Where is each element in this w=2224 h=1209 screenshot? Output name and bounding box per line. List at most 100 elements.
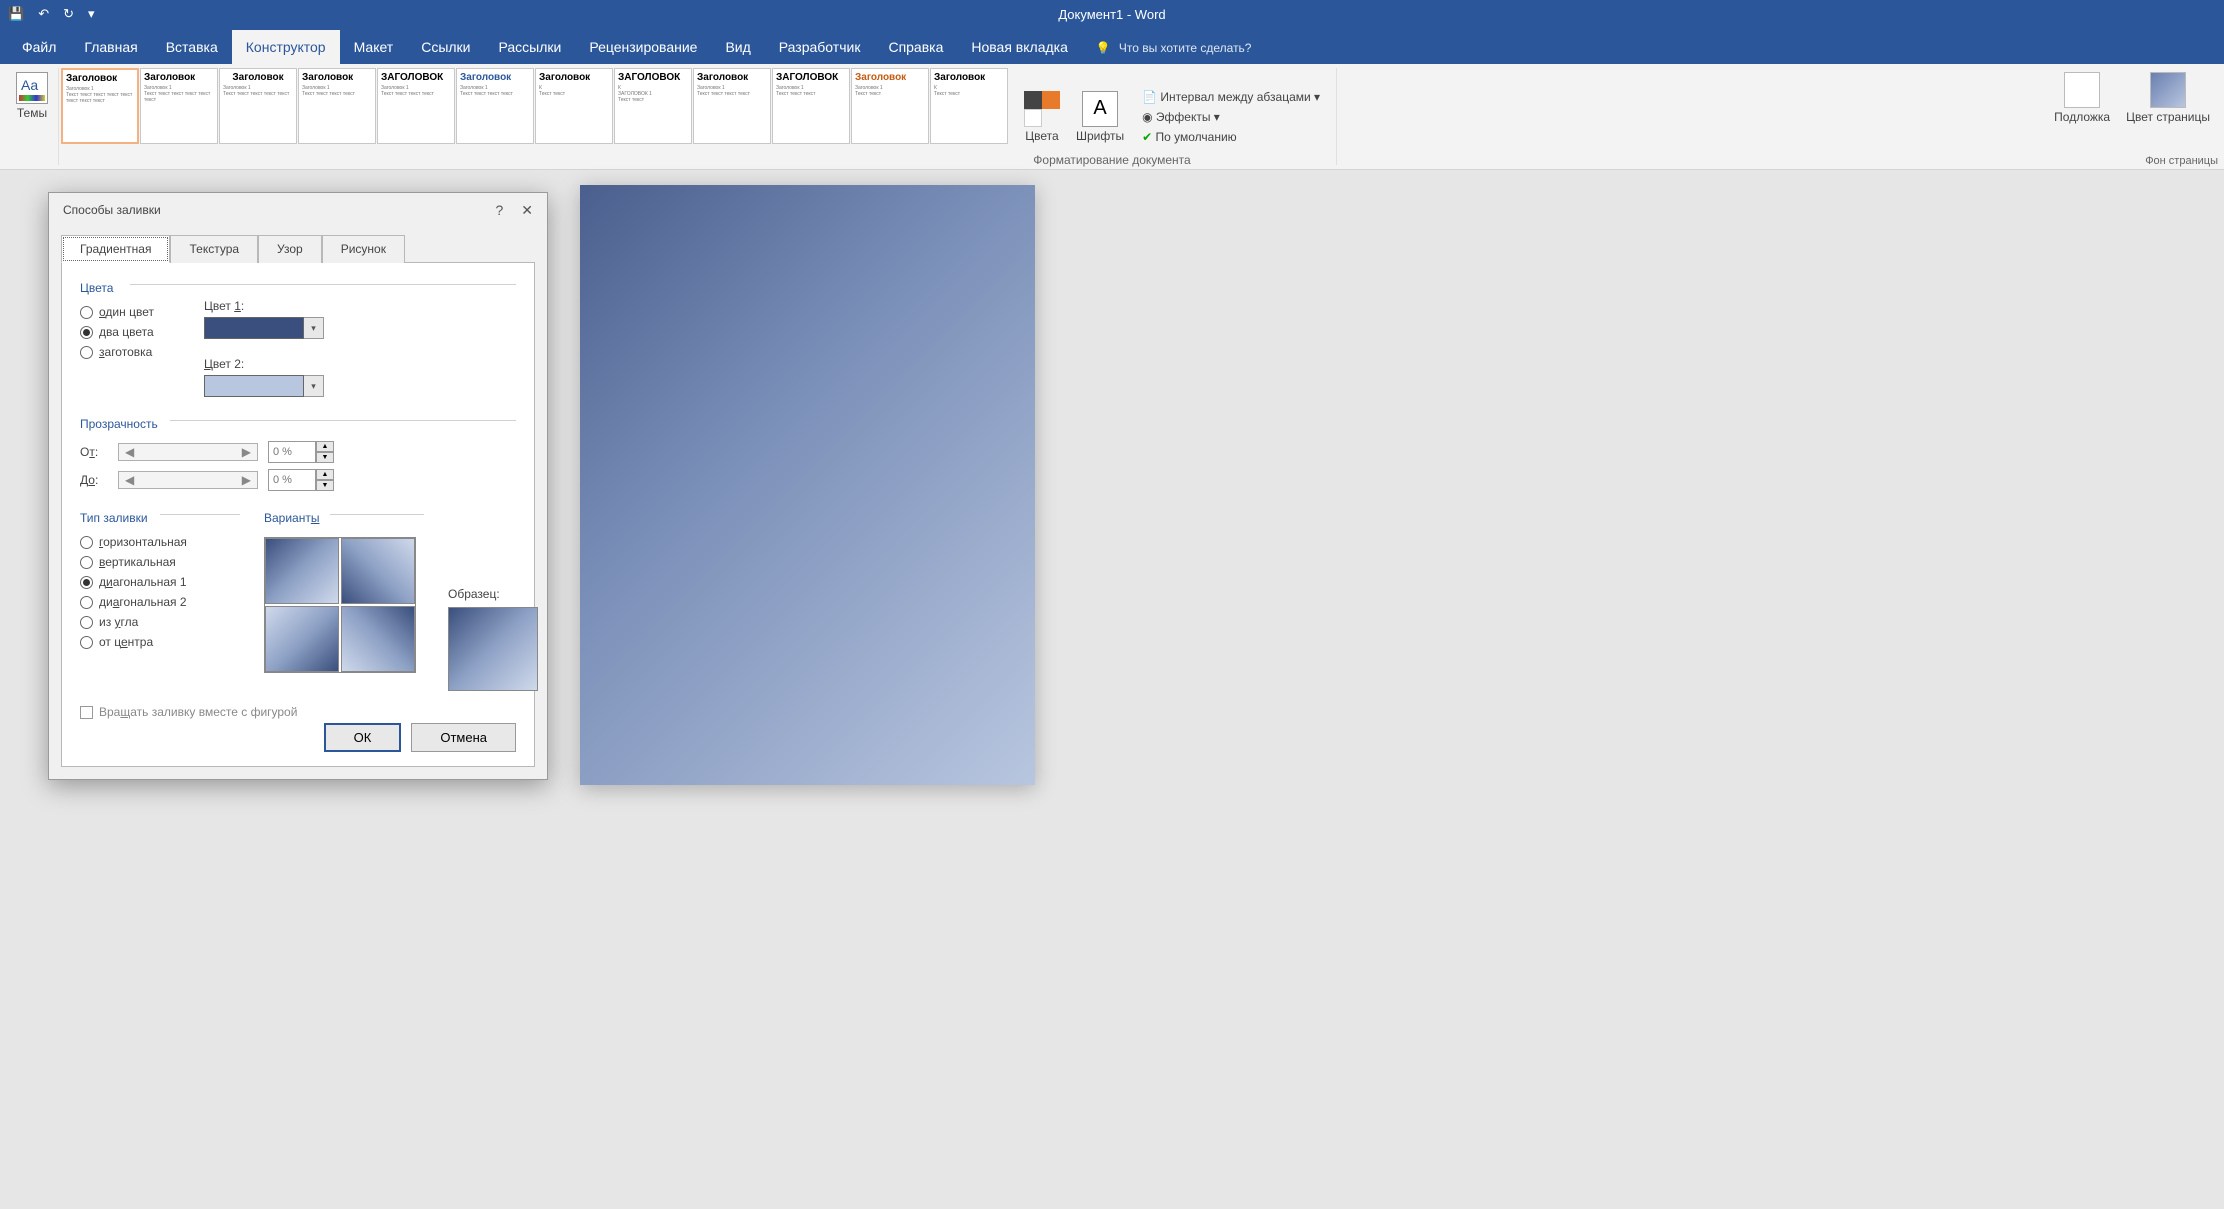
dialog-body: Цвета оодин цветдин цвет два цвета загот… (61, 262, 535, 767)
redo-button[interactable]: ↻ (63, 6, 74, 22)
tab-mailings[interactable]: Рассылки (485, 30, 576, 64)
paragraph-spacing-button[interactable]: 📄 Интервал между абзацами ▾ (1140, 88, 1322, 106)
style-item-2[interactable]: ЗаголовокЗаголовок 1Текст текст текст те… (140, 68, 218, 144)
tell-me-placeholder: Что вы хотите сделать? (1119, 41, 1252, 55)
sample-section: Образец: (448, 507, 538, 691)
to-up[interactable]: ▲ (316, 469, 334, 480)
radio-preset[interactable]: заготовка (80, 345, 154, 359)
page-color-button[interactable]: Цвет страницы (2118, 68, 2218, 165)
tab-pattern[interactable]: Узор (258, 235, 322, 263)
color1-picker[interactable]: ▾ (204, 317, 324, 339)
document-page[interactable] (580, 185, 1035, 785)
ok-button[interactable]: ОК (324, 723, 402, 752)
from-input[interactable] (268, 441, 316, 463)
color2-swatch (204, 375, 304, 397)
to-down[interactable]: ▼ (316, 480, 334, 491)
dialog-titlebar: Способы заливки ? ✕ (49, 193, 547, 227)
style-item-5[interactable]: ЗАГОЛОВОКЗаголовок 1Текст текст текст те… (377, 68, 455, 144)
tab-developer[interactable]: Разработчик (765, 30, 875, 64)
radio-diagonal2[interactable]: диагональная 2 (80, 595, 240, 609)
style-item-4[interactable]: ЗаголовокЗаголовок 1Текст текст текст те… (298, 68, 376, 144)
fill-effects-dialog: Способы заливки ? ✕ Градиентная Текстура… (48, 192, 548, 780)
tab-file[interactable]: Файл (8, 30, 70, 64)
variant-3[interactable] (265, 606, 339, 672)
fill-type-fieldset: Тип заливки горизонтальная вертикальная … (80, 507, 240, 675)
radio-horizontal[interactable]: горизонтальная (80, 535, 240, 549)
from-spinner[interactable]: ▲▼ (268, 441, 334, 463)
color2-picker[interactable]: ▾ (204, 375, 324, 397)
tell-me-search[interactable]: 💡 Что вы хотите сделать? (1082, 32, 1266, 64)
variant-2[interactable] (341, 538, 415, 604)
qat-more-button[interactable]: ▾ (88, 6, 95, 22)
sample-label: Образец: (448, 587, 538, 601)
style-item-9[interactable]: ЗаголовокЗаголовок 1Текст текст текст те… (693, 68, 771, 144)
tab-texture[interactable]: Текстура (170, 235, 258, 263)
radio-two-colors[interactable]: два цвета (80, 325, 154, 339)
undo-button[interactable]: ↶ (38, 6, 49, 22)
color-mode-radios: оодин цветдин цвет два цвета заготовка (80, 299, 154, 397)
style-item-11[interactable]: ЗаголовокЗаголовок 1Текст текст (851, 68, 929, 144)
fonts-button[interactable]: A Шрифты (1068, 87, 1132, 147)
to-label: До: (80, 473, 108, 487)
style-item-6[interactable]: ЗаголовокЗаголовок 1Текст текст текст те… (456, 68, 534, 144)
radio-one-color[interactable]: оодин цветдин цвет (80, 305, 154, 319)
tab-gradient[interactable]: Градиентная (61, 235, 170, 263)
from-label: От: (80, 445, 108, 459)
style-item-7[interactable]: ЗаголовокКТекст текст (535, 68, 613, 144)
variants-fieldset: Варианты (264, 507, 424, 675)
rotate-checkbox-row[interactable]: Вращать заливку вместе с фигурой (80, 705, 516, 719)
to-input[interactable] (268, 469, 316, 491)
tab-home[interactable]: Главная (70, 30, 151, 64)
radio-from-center[interactable]: от центра (80, 635, 240, 649)
radio-from-corner[interactable]: из угла (80, 615, 240, 629)
tab-new[interactable]: Новая вкладка (957, 30, 1082, 64)
from-up[interactable]: ▲ (316, 441, 334, 452)
from-slider[interactable]: ◀▶ (118, 443, 258, 461)
themes-group: Темы (6, 68, 59, 165)
tab-picture[interactable]: Рисунок (322, 235, 405, 263)
tab-layout[interactable]: Макет (340, 30, 408, 64)
to-slider[interactable]: ◀▶ (118, 471, 258, 489)
style-item-12[interactable]: ЗаголовокКТекст текст (930, 68, 1008, 144)
style-gallery: ЗаголовокЗаголовок 1Текст текст текст те… (61, 68, 1008, 165)
style-item-8[interactable]: ЗАГОЛОВОККЗАГОЛОВОК 1Текст текст (614, 68, 692, 144)
to-spinner[interactable]: ▲▼ (268, 469, 334, 491)
style-item-10[interactable]: ЗАГОЛОВОКЗаголовок 1Текст текст текст (772, 68, 850, 144)
colors-icon (1024, 91, 1060, 127)
fill-type-legend: Тип заливки (80, 511, 148, 525)
rotate-checkbox[interactable] (80, 706, 93, 719)
transparency-legend: Прозрачность (80, 417, 158, 431)
set-default-button[interactable]: ✔ По умолчанию (1140, 128, 1322, 146)
title-bar: 💾 ↶ ↻ ▾ Документ1 - Word (0, 0, 2224, 28)
tab-review[interactable]: Рецензирование (575, 30, 711, 64)
colors-button[interactable]: Цвета (1016, 87, 1068, 147)
dialog-close-button[interactable]: ✕ (521, 202, 533, 219)
save-button[interactable]: 💾 (8, 6, 24, 22)
style-item-3[interactable]: ЗаголовокЗаголовок 1Текст текст текст те… (219, 68, 297, 144)
color1-dropdown[interactable]: ▾ (304, 317, 324, 339)
tab-view[interactable]: Вид (711, 30, 764, 64)
cancel-button[interactable]: Отмена (411, 723, 516, 752)
dialog-help-button[interactable]: ? (495, 202, 503, 219)
color2-dropdown[interactable]: ▾ (304, 375, 324, 397)
color-pickers: Цвет 1: ▾ Цвет 2: ▾ (204, 299, 324, 397)
radio-diagonal1[interactable]: диагональная 1 (80, 575, 240, 589)
variant-1[interactable] (265, 538, 339, 604)
tab-design[interactable]: Конструктор (232, 30, 340, 64)
page-background-label: Фон страницы (2145, 155, 2218, 167)
themes-icon (16, 72, 48, 104)
tab-insert[interactable]: Вставка (152, 30, 232, 64)
watermark-button[interactable]: Подложка (2046, 68, 2118, 165)
variants-legend: Варианты (264, 511, 319, 525)
from-down[interactable]: ▼ (316, 452, 334, 463)
effects-button[interactable]: ◉ Эффекты ▾ (1140, 108, 1322, 126)
radio-vertical[interactable]: вертикальная (80, 555, 240, 569)
tab-references[interactable]: Ссылки (407, 30, 484, 64)
variant-4[interactable] (341, 606, 415, 672)
style-item-1[interactable]: ЗаголовокЗаголовок 1Текст текст текст те… (61, 68, 139, 144)
themes-button[interactable]: Темы (12, 68, 52, 124)
formatting-options: 📄 Интервал между абзацами ▾ ◉ Эффекты ▾ … (1132, 84, 1330, 150)
window-title: Документ1 - Word (1058, 7, 1165, 22)
tab-help[interactable]: Справка (874, 30, 957, 64)
color1-label: Цвет 1: (204, 299, 324, 313)
